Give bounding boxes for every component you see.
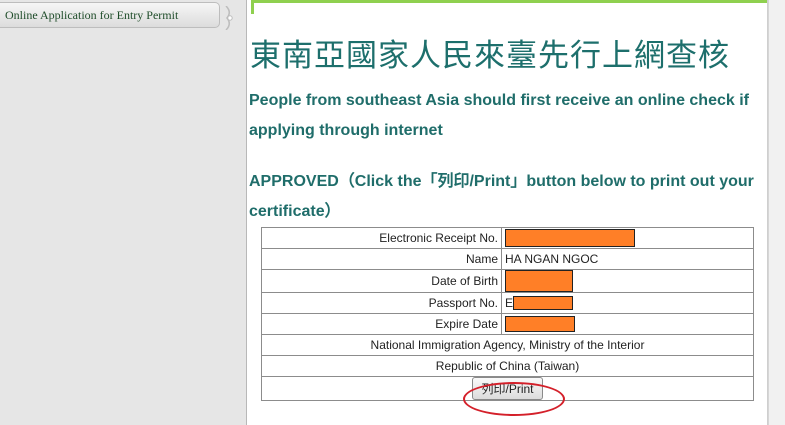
table-row: Expire Date: [261, 313, 754, 335]
top-accent-line: [251, 0, 767, 3]
scrollbar[interactable]: [768, 0, 785, 425]
top-accent-corner: [251, 0, 254, 14]
table-row: Date of Birth: [261, 269, 754, 293]
tab-knob-icon: [225, 6, 233, 30]
row-label: Electronic Receipt No.: [261, 227, 502, 249]
dob-value: [501, 269, 754, 293]
redaction-box: [505, 270, 573, 292]
redaction-box: [513, 296, 574, 311]
table-row: National Immigration Agency, Ministry of…: [261, 334, 754, 356]
expire-value: [501, 313, 754, 335]
passport-value: E: [501, 292, 754, 314]
redaction-box: [505, 316, 575, 332]
row-label: Date of Birth: [261, 269, 502, 293]
table-row: Electronic Receipt No.: [261, 227, 754, 249]
page-title: 東南亞國家人民來臺先行上網查核: [250, 38, 730, 74]
agency-cell: National Immigration Agency, Ministry of…: [261, 334, 754, 356]
name-value: HA NGAN NGOC: [501, 248, 754, 270]
print-button[interactable]: 列印/Print: [472, 377, 543, 400]
sidebar: Online Application for Entry Permit: [0, 0, 246, 425]
sidebar-item-entry-permit[interactable]: Online Application for Entry Permit: [0, 2, 220, 28]
row-label: Expire Date: [261, 313, 502, 335]
approval-status: APPROVED（Click the「列印/Print」button below…: [249, 173, 754, 220]
receipt-table: Electronic Receipt No. Name HA NGAN NGOC…: [261, 227, 754, 401]
page-subtitle: People from southeast Asia should first …: [249, 92, 749, 139]
country-cell: Republic of China (Taiwan): [261, 355, 754, 377]
print-cell: 列印/Print: [261, 376, 754, 401]
passport-prefix: E: [505, 295, 514, 310]
receipt-no-value: [501, 227, 754, 249]
table-row: Republic of China (Taiwan): [261, 355, 754, 377]
row-label: Name: [261, 248, 502, 270]
table-row: Name HA NGAN NGOC: [261, 248, 754, 270]
redaction-box: [505, 229, 635, 247]
main-panel: 東南亞國家人民來臺先行上網查核 People from southeast As…: [246, 0, 768, 425]
table-row: 列印/Print: [261, 376, 754, 401]
row-label: Passport No.: [261, 292, 502, 314]
table-row: Passport No. E: [261, 292, 754, 314]
